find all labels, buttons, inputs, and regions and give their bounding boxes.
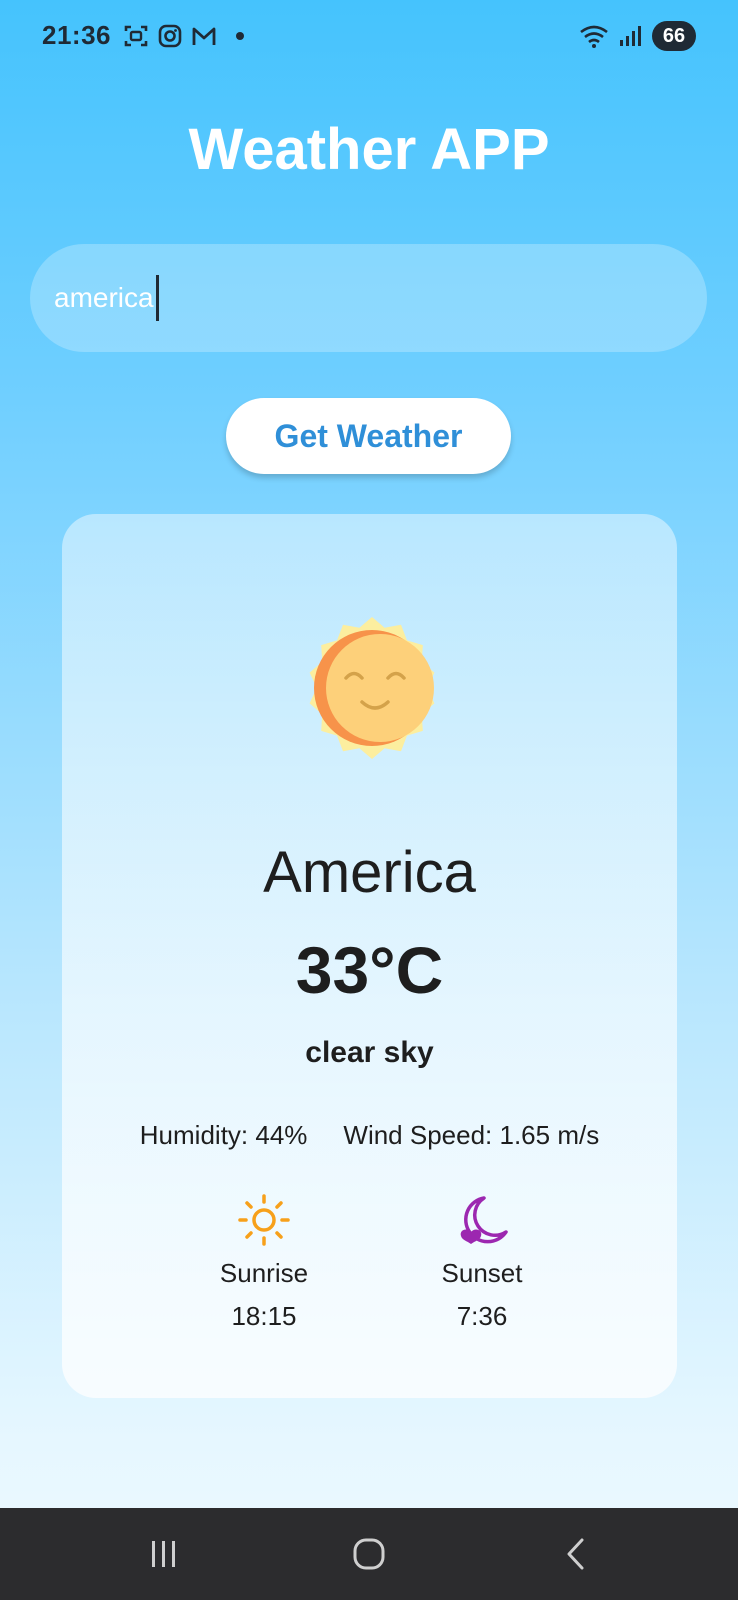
home-button[interactable] xyxy=(319,1508,419,1600)
sunrise-time: 18:15 xyxy=(231,1301,297,1331)
status-time: 21:36 xyxy=(42,20,111,50)
sunset-label: Sunset xyxy=(441,1258,523,1288)
sunrise-info: Sunrise 18:15 xyxy=(184,1192,344,1332)
humidity-value: Humidity: 44% xyxy=(139,1120,308,1150)
status-system-icons: 66 xyxy=(578,20,696,52)
wind-speed-value: Wind Speed: 1.65 m/s xyxy=(343,1120,600,1150)
search-input-value[interactable]: america xyxy=(54,282,154,314)
temperature: 33°C xyxy=(295,933,444,1007)
sunrise-icon xyxy=(238,1194,290,1246)
notification-dot xyxy=(236,32,244,40)
sunset-info: Sunset 7:36 xyxy=(402,1192,562,1332)
moon-icon xyxy=(460,1196,508,1244)
city-name: America xyxy=(263,840,476,905)
system-nav-bar xyxy=(0,1508,738,1600)
instagram-icon xyxy=(158,24,182,48)
wifi-icon xyxy=(580,25,608,48)
back-icon xyxy=(567,1538,584,1570)
city-search-input[interactable]: america xyxy=(30,244,707,352)
sun-face-icon xyxy=(309,617,435,759)
signal-icon xyxy=(620,26,641,46)
page-title: Weather APP xyxy=(188,117,550,182)
status-bar: 21:36 66 xyxy=(0,0,738,72)
back-button[interactable] xyxy=(527,1508,627,1600)
home-icon xyxy=(353,1538,385,1570)
get-weather-button[interactable]: Get Weather xyxy=(226,398,511,474)
recents-button[interactable] xyxy=(114,1508,214,1600)
status-notification-icons xyxy=(122,20,244,52)
gmail-icon xyxy=(192,27,216,45)
text-cursor xyxy=(155,275,159,321)
weather-stats: Humidity: 44% Wind Speed: 1.65 m/s xyxy=(62,1120,677,1151)
weather-card: America 33°C clear sky Humidity: 44% Win… xyxy=(62,514,677,1398)
weather-description: clear sky xyxy=(305,1036,434,1069)
screenshot-icon xyxy=(124,25,148,47)
battery-icon: 66 xyxy=(652,21,696,51)
sunrise-label: Sunrise xyxy=(219,1258,309,1288)
recents-icon xyxy=(152,1541,175,1567)
sunset-time: 7:36 xyxy=(456,1301,508,1331)
